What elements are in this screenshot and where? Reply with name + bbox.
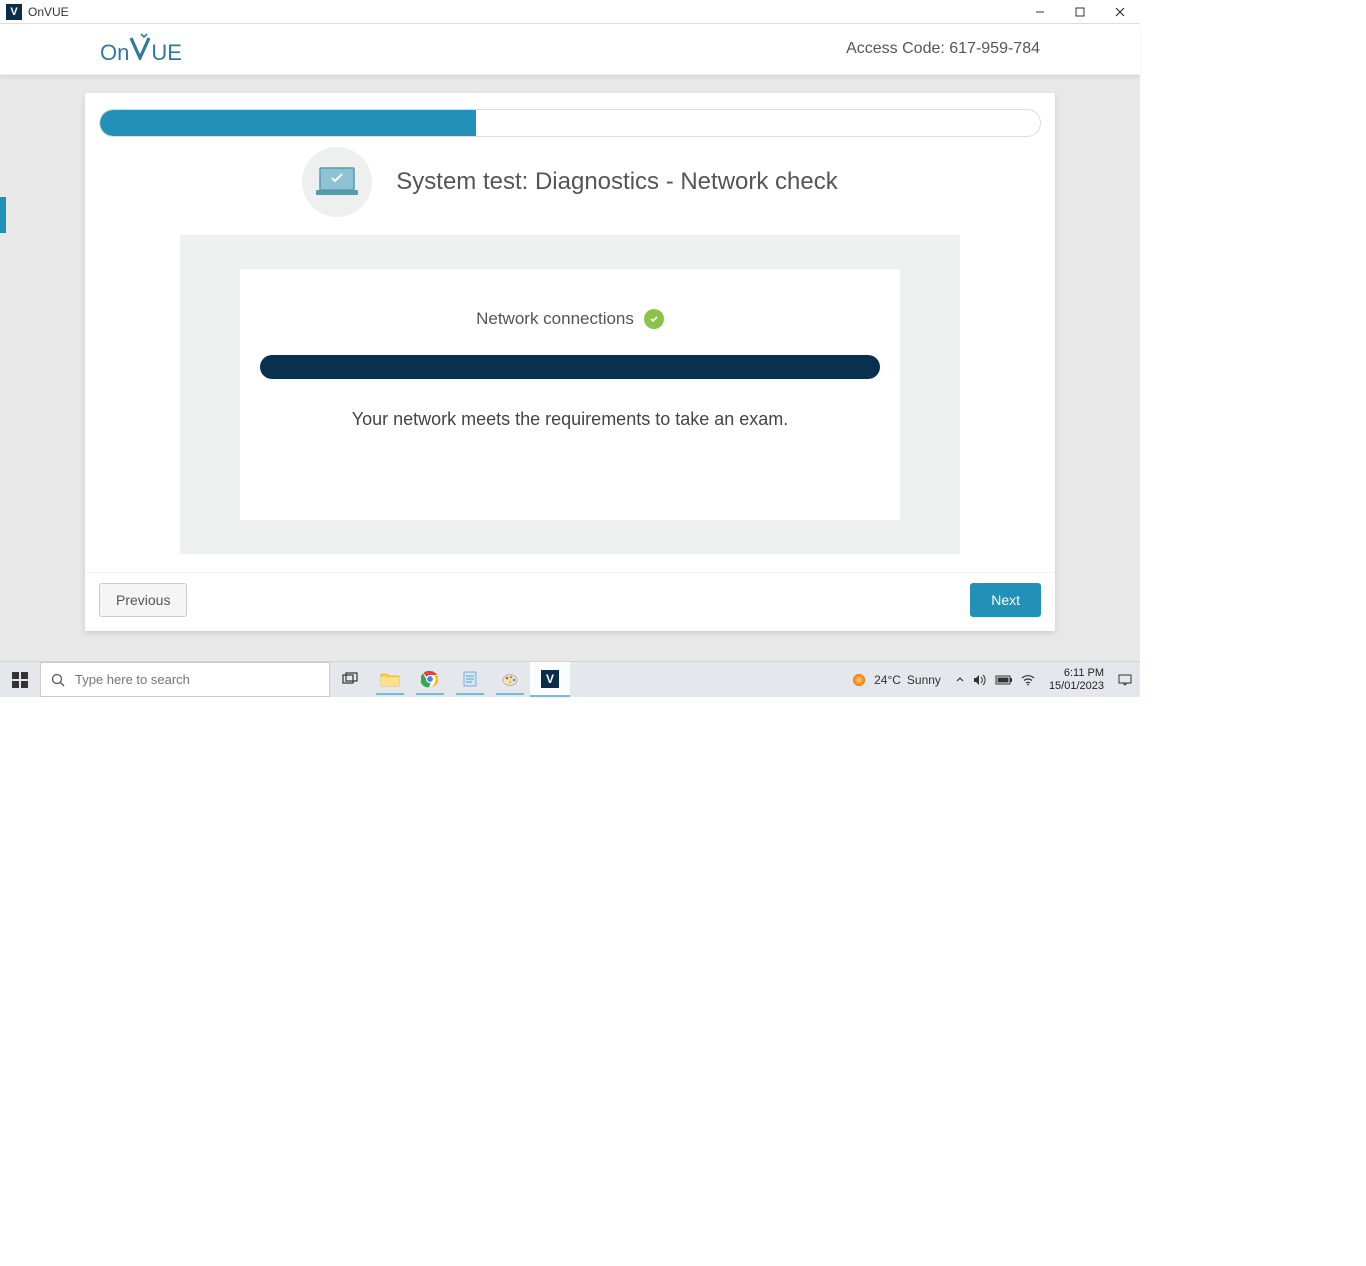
progress-track: [99, 109, 1041, 137]
network-message: Your network meets the requirements to t…: [250, 409, 890, 430]
logo-v: [129, 32, 151, 60]
app-icon: V: [6, 4, 22, 20]
weather-widget[interactable]: 24°C Sunny: [850, 671, 941, 689]
minimize-icon: [1035, 7, 1045, 17]
network-progress-bar: [260, 355, 880, 379]
search-input[interactable]: [75, 672, 319, 687]
start-button[interactable]: [0, 662, 40, 697]
titlebar: V OnVUE: [0, 0, 1140, 24]
close-icon: [1115, 7, 1125, 17]
file-explorer-taskbar[interactable]: [370, 662, 410, 697]
notepad-taskbar[interactable]: [450, 662, 490, 697]
app-body: System test: Diagnostics - Network check…: [0, 75, 1140, 661]
footer-row: Previous Next: [85, 572, 1055, 631]
logo-on: On: [100, 40, 129, 66]
onvue-logo: On UE: [100, 32, 182, 66]
task-view-button[interactable]: [330, 662, 370, 697]
tray-chevron-icon[interactable]: [955, 675, 965, 685]
taskbar-clock[interactable]: 6:11 PM 15/01/2023: [1043, 667, 1110, 691]
chrome-icon: [421, 670, 439, 688]
title-row: System test: Diagnostics - Network check: [85, 137, 1055, 235]
access-code: Access Code: 617-959-784: [846, 40, 1040, 58]
page-title: System test: Diagnostics - Network check: [396, 168, 837, 196]
progress-fill: [100, 110, 476, 136]
system-tray: 24°C Sunny 6:11 PM 15/01/2023: [842, 662, 1140, 697]
taskview-icon: [342, 672, 358, 686]
next-button[interactable]: Next: [970, 583, 1041, 617]
taskbar: V 24°C Sunny 6:11 PM 15/01/2023: [0, 661, 1140, 697]
progress-outer: [85, 93, 1055, 137]
content-wash: Network connections Your network meets t…: [180, 235, 960, 554]
battery-icon[interactable]: [995, 675, 1013, 685]
window-controls: [1020, 0, 1140, 24]
search-icon: [51, 673, 65, 687]
chrome-taskbar[interactable]: [410, 662, 450, 697]
windows-icon: [12, 672, 28, 688]
checkmark-icon: [644, 309, 664, 329]
logo-ue: UE: [151, 40, 182, 66]
window-title: OnVUE: [28, 5, 69, 19]
notepad-icon: [462, 670, 478, 688]
onvue-icon: V: [541, 670, 559, 688]
onvue-taskbar[interactable]: V: [530, 662, 570, 697]
content-card: Network connections Your network meets t…: [240, 269, 900, 520]
sun-icon: [850, 671, 868, 689]
network-label-row: Network connections: [250, 309, 890, 329]
close-button[interactable]: [1100, 0, 1140, 24]
action-center-icon[interactable]: [1118, 674, 1132, 686]
wifi-icon[interactable]: [1021, 674, 1035, 686]
app-header: On UE Access Code: 617-959-784: [0, 24, 1140, 75]
folder-icon: [380, 671, 400, 687]
clock-time: 6:11 PM: [1049, 667, 1104, 679]
maximize-icon: [1075, 7, 1085, 17]
volume-icon[interactable]: [973, 674, 987, 686]
minimize-button[interactable]: [1020, 0, 1060, 24]
titlebar-left: V OnVUE: [0, 4, 69, 20]
clock-date: 15/01/2023: [1049, 680, 1104, 692]
weather-temp: 24°C: [874, 673, 901, 687]
paint-taskbar[interactable]: [490, 662, 530, 697]
maximize-button[interactable]: [1060, 0, 1100, 24]
side-accent: [0, 197, 6, 233]
paint-icon: [501, 670, 519, 688]
laptop-check-icon: [302, 147, 372, 217]
logo-v-icon: [129, 32, 151, 60]
weather-cond: Sunny: [907, 673, 941, 687]
main-panel: System test: Diagnostics - Network check…: [85, 93, 1055, 631]
taskbar-search[interactable]: [40, 662, 330, 697]
previous-button[interactable]: Previous: [99, 583, 187, 617]
network-label: Network connections: [476, 309, 634, 329]
